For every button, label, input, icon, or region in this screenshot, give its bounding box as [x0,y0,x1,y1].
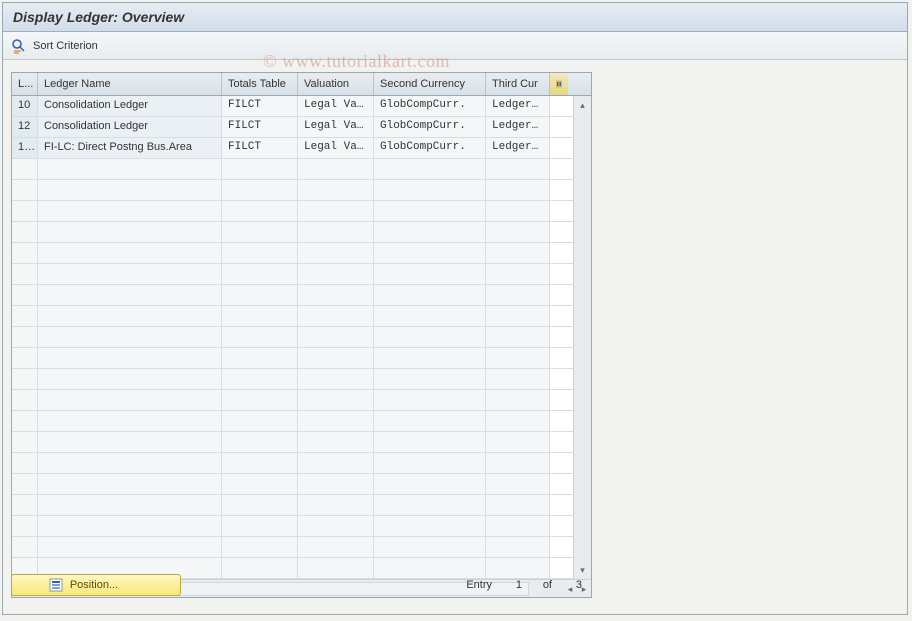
table-row-empty [12,474,573,495]
cell-c5: Ledger c [486,117,550,137]
table-row-empty [12,348,573,369]
table-row-empty [12,411,573,432]
table-row-empty [12,201,573,222]
entry-label: Entry [466,579,492,591]
col-totals-table[interactable]: Totals Table [222,73,298,95]
cell-c3: Legal Val… [298,117,374,137]
toolbar: Sort Criterion [3,32,907,60]
position-icon [48,577,64,593]
col-ledger-name[interactable]: Ledger Name [38,73,222,95]
cell-c1: FI-LC: Direct Postng Bus.Area [38,138,222,158]
cell-c3: Legal Val… [298,138,374,158]
table-row-empty [12,369,573,390]
grid-header-row: L... Ledger Name Totals Table Valuation … [12,73,591,96]
cell-c3: Legal Val… [298,96,374,116]
cell-c0: 10 [12,96,38,116]
table-row-empty [12,327,573,348]
column-config-icon[interactable] [550,73,568,95]
cell-c5: Ledger c [486,96,550,116]
cell-c1: Consolidation Ledger [38,117,222,137]
col-ledger-code[interactable]: L... [12,73,38,95]
table-row-empty [12,243,573,264]
footer-bar: Position... Entry 1 of 3 [11,574,592,596]
page-title: Display Ledger: Overview [3,3,907,32]
cell-c2: FILCT [222,117,298,137]
scroll-up-icon[interactable]: ▴ [576,98,590,112]
table-row-empty [12,453,573,474]
col-second-currency[interactable]: Second Currency [374,73,486,95]
table-row-empty [12,222,573,243]
col-third-currency[interactable]: Third Cur [486,73,550,95]
table-row-empty [12,495,573,516]
table-row-empty [12,537,573,558]
cell-c0: 1A [12,138,38,158]
cell-c4: GlobCompCurr. [374,138,486,158]
table-row-empty [12,159,573,180]
cell-c0: 12 [12,117,38,137]
table-row-empty [12,306,573,327]
entry-of-label: of [528,579,552,591]
table-row-empty [12,432,573,453]
position-button-label: Position... [70,579,118,591]
sort-criterion-button[interactable]: Sort Criterion [33,40,98,52]
window-frame: { "title": "Display Ledger: Overview", "… [2,2,908,615]
entry-total: 3 [558,579,582,591]
table-row-empty [12,264,573,285]
cell-c5: Ledger c [486,138,550,158]
table-row[interactable]: 12Consolidation LedgerFILCTLegal Val…Glo… [12,117,573,138]
grid-body: 10Consolidation LedgerFILCTLegal Val…Glo… [12,96,591,579]
cell-c1: Consolidation Ledger [38,96,222,116]
cell-c2: FILCT [222,138,298,158]
table-row[interactable]: 1AFI-LC: Direct Postng Bus.AreaFILCTLega… [12,138,573,159]
cell-c2: FILCT [222,96,298,116]
table-row-empty [12,390,573,411]
position-button[interactable]: Position... [11,574,181,596]
data-grid: L... Ledger Name Totals Table Valuation … [11,72,592,598]
cell-c4: GlobCompCurr. [374,117,486,137]
table-row-empty [12,516,573,537]
entry-counter: Entry 1 of 3 [466,579,582,591]
table-row-empty [12,180,573,201]
col-valuation[interactable]: Valuation [298,73,374,95]
vertical-scrollbar[interactable]: ▴ ▾ [573,96,591,579]
magnifier-list-icon[interactable] [11,38,27,54]
cell-c4: GlobCompCurr. [374,96,486,116]
table-row[interactable]: 10Consolidation LedgerFILCTLegal Val…Glo… [12,96,573,117]
entry-current: 1 [498,579,522,591]
table-row-empty [12,285,573,306]
